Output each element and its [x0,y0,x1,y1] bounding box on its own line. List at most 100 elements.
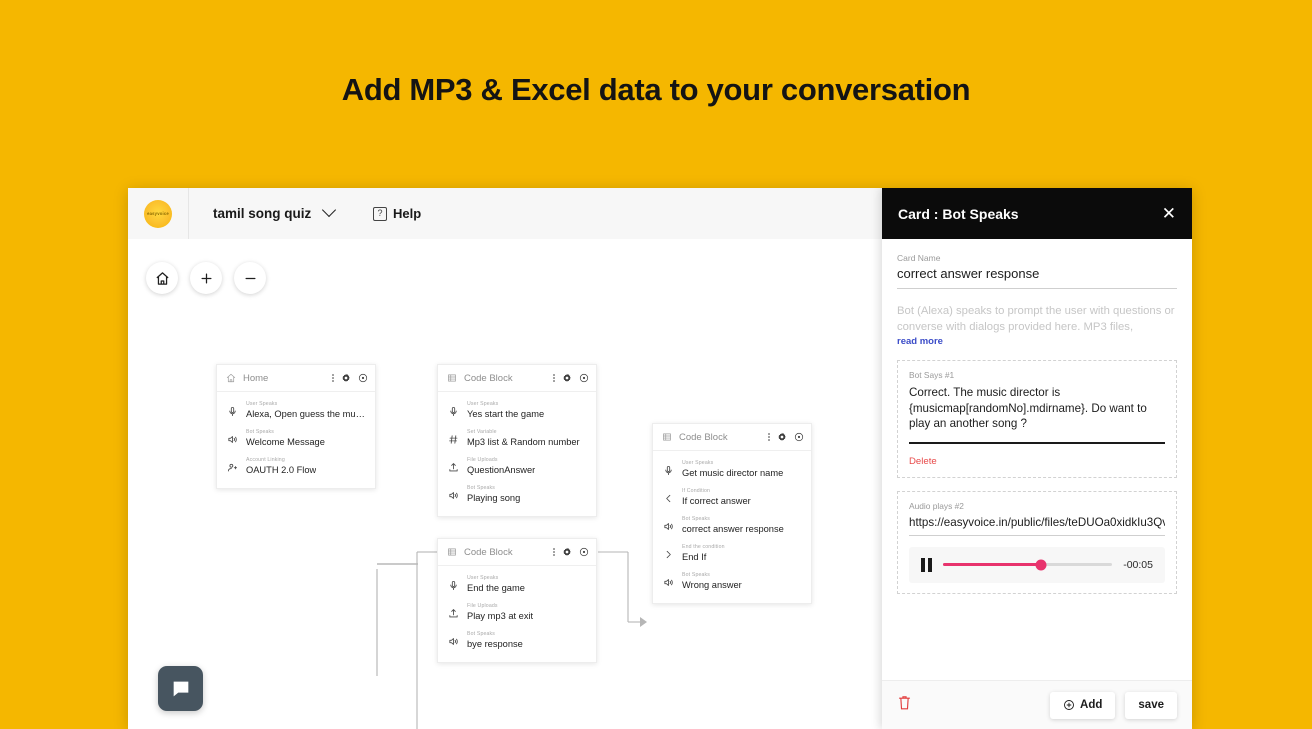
audio-url-input[interactable]: https://easyvoice.in/public/files/teDUOa… [909,516,1165,536]
flow-node-row[interactable]: Bot SpeaksWrong answer [662,572,801,591]
row-value-label: If correct answer [682,496,751,507]
plus-circle-icon [1063,699,1075,711]
home-icon [226,373,236,383]
row-texts: User SpeaksGet music director name [682,460,783,479]
row-icon-wrap [226,401,239,417]
node-more-icon[interactable] [553,548,555,556]
flow-node-title: Code Block [464,547,546,558]
flow-node-row[interactable]: Bot SpeaksWelcome Message [226,429,365,448]
flow-node-row[interactable]: User SpeaksGet music director name [662,460,801,479]
audio-slider-thumb[interactable] [1036,559,1047,570]
app-window: easyvoice tamil song quiz ? Help Build T… [128,188,1192,729]
node-more-icon[interactable] [332,374,334,382]
panel-description: Bot (Alexa) speaks to prompt the user wi… [897,303,1177,335]
row-icon-wrap [226,429,239,445]
panel-body: Card Name correct answer response Bot (A… [882,239,1192,680]
help-icon: ? [373,207,387,221]
flow-node-title: Code Block [464,373,546,384]
flow-node-row[interactable]: Bot Speakscorrect answer response [662,516,801,535]
row-icon-wrap [447,485,460,501]
node-anchor-icon[interactable] [794,432,804,442]
row-texts: Set VariableMp3 list & Random number [467,429,580,448]
node-anchor-icon[interactable] [579,373,589,383]
mic-icon [227,406,238,417]
panel-header: Card : Bot Speaks ✕ [882,188,1192,239]
save-button[interactable]: save [1125,692,1177,719]
flow-node-row[interactable]: Bot Speaksbye response [447,631,586,650]
add-button-label: Add [1080,699,1102,711]
node-more-icon[interactable] [553,374,555,382]
row-kind-label: User Speaks [467,401,544,408]
trash-icon[interactable] [897,694,912,716]
row-texts: Bot SpeaksWrong answer [682,572,742,591]
bot-says-delete-link[interactable]: Delete [909,456,1165,467]
row-texts: End the conditionEnd If [682,544,725,563]
row-texts: File UploadsQuestionAnswer [467,457,535,476]
flow-node-row[interactable]: End the conditionEnd If [662,544,801,563]
row-value-label: Get music director name [682,468,783,479]
node-settings-icon[interactable] [562,547,572,557]
row-value-label: Playing song [467,493,520,504]
pause-icon[interactable] [921,558,932,572]
row-kind-label: Account Linking [246,457,316,464]
speaker-icon [663,521,674,532]
audio-seek-slider[interactable] [943,563,1112,566]
row-texts: Bot SpeaksPlaying song [467,485,520,504]
flow-node-row[interactable]: If ConditionIf correct answer [662,488,801,507]
node-settings-icon[interactable] [562,373,572,383]
flow-node-header[interactable]: Home [217,365,375,392]
chat-widget-button[interactable] [158,666,203,711]
node-settings-icon[interactable] [777,432,787,442]
footer-buttons: Add save [1050,692,1177,719]
flow-node[interactable]: Code Block User SpeaksEnd the game File Up… [437,538,597,663]
flow-node-header[interactable]: Code Block [438,539,596,566]
node-more-icon[interactable] [768,433,770,441]
row-texts: User SpeaksEnd the game [467,575,525,594]
row-texts: User SpeaksAlexa, Open guess the music d… [246,401,365,420]
row-icon-wrap [226,457,239,473]
flow-node-row[interactable]: Bot SpeaksPlaying song [447,485,586,504]
flow-node-header[interactable]: Code Block [653,424,811,451]
save-button-label: save [1138,699,1164,711]
row-icon-wrap [662,516,675,532]
project-name-dropdown[interactable]: tamil song quiz [213,206,334,221]
help-button[interactable]: ? Help [373,206,421,221]
row-kind-label: Bot Speaks [682,516,784,523]
row-icon-wrap [447,457,460,473]
audio-label: Audio plays #2 [909,501,1165,511]
bot-says-textarea[interactable]: Correct. The music director is {musicmap… [909,385,1165,444]
row-icon-wrap [447,429,460,445]
flow-node-row[interactable]: Account LinkingOAUTH 2.0 Flow [226,457,365,476]
grid-icon [662,432,672,442]
flow-node-title: Code Block [679,432,761,443]
add-button[interactable]: Add [1050,692,1115,719]
card-name-input[interactable]: correct answer response [897,266,1177,289]
row-value-label: Mp3 list & Random number [467,437,580,448]
flow-node-body: User SpeaksEnd the game File UploadsPlay … [438,566,596,662]
flow-node[interactable]: Home User SpeaksAlexa, Open guess the mus… [216,364,376,489]
card-editor-panel: Card : Bot Speaks ✕ Card Name correct an… [882,188,1192,729]
flow-node-row[interactable]: File UploadsPlay mp3 at exit [447,603,586,622]
flow-node-row[interactable]: File UploadsQuestionAnswer [447,457,586,476]
node-settings-icon[interactable] [341,373,351,383]
row-kind-label: File Uploads [467,603,533,610]
row-icon-wrap [662,544,675,560]
node-anchor-icon[interactable] [358,373,368,383]
node-anchor-icon[interactable] [579,547,589,557]
flow-node-header[interactable]: Code Block [438,365,596,392]
row-kind-label: Bot Speaks [246,429,325,436]
panel-title: Card : Bot Speaks [898,206,1162,222]
flow-node-row[interactable]: User SpeaksAlexa, Open guess the music d… [226,401,365,420]
flow-node-row[interactable]: Set VariableMp3 list & Random number [447,429,586,448]
flow-node-row[interactable]: User SpeaksEnd the game [447,575,586,594]
upload-icon [448,608,459,619]
close-icon[interactable]: ✕ [1162,205,1176,222]
audio-progress-fill [943,563,1041,566]
row-value-label: Wrong answer [682,580,742,591]
flow-node[interactable]: Code Block User SpeaksGet music director … [652,423,812,604]
read-more-link[interactable]: read more [897,336,1177,347]
flow-node[interactable]: Code Block User SpeaksYes start the game S… [437,364,597,517]
brand-logo[interactable]: easyvoice [144,200,172,228]
row-value-label: OAUTH 2.0 Flow [246,465,316,476]
flow-node-row[interactable]: User SpeaksYes start the game [447,401,586,420]
